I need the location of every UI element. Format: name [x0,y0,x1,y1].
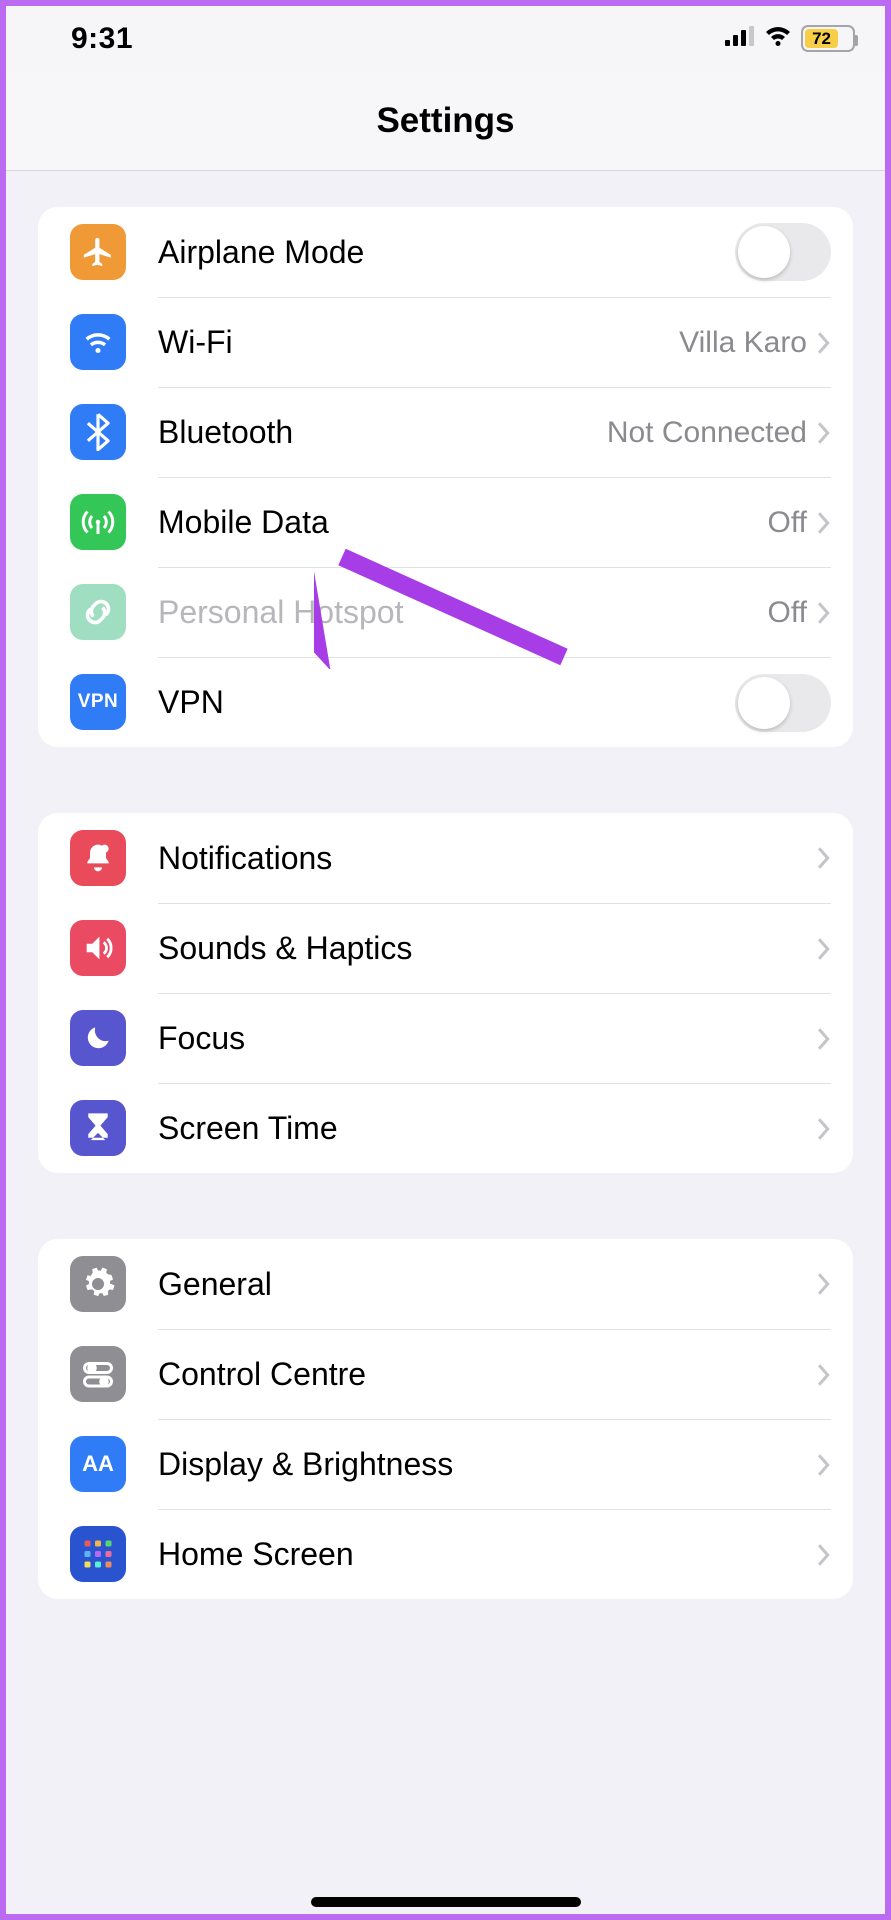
battery-level: 72 [805,29,838,48]
row-label: Screen Time [158,1110,338,1147]
chevron-right-icon [817,1454,831,1476]
row-label: Bluetooth [158,414,293,451]
row-label: Wi-Fi [158,324,233,361]
airplane-icon [70,224,126,280]
status-indicators: 72 [725,25,855,52]
row-value: Off [768,506,807,540]
bell-icon [70,830,126,886]
row-label: Sounds & Haptics [158,930,412,967]
chevron-right-icon [817,332,831,354]
wifi-status-icon [763,25,793,52]
row-label: Control Centre [158,1356,366,1393]
chevron-right-icon [817,938,831,960]
row-value: Villa Karo [679,326,807,360]
link-icon [70,584,126,640]
row-general[interactable]: General [38,1239,853,1329]
row-label: VPN [158,684,224,721]
row-bluetooth[interactable]: Bluetooth Not Connected [38,387,853,477]
row-vpn[interactable]: VPN VPN [38,657,853,747]
chevron-right-icon [817,1544,831,1566]
row-mobile-data[interactable]: Mobile Data Off [38,477,853,567]
chevron-right-icon [817,1364,831,1386]
status-bar: 9:31 72 [6,6,885,71]
aa-icon: AA [70,1436,126,1492]
row-label: Mobile Data [158,504,329,541]
settings-group-system: General Control Centre AA Display & Brig… [38,1239,853,1599]
switches-icon [70,1346,126,1402]
row-wifi[interactable]: Wi-Fi Villa Karo [38,297,853,387]
row-control-centre[interactable]: Control Centre [38,1329,853,1419]
row-label: Home Screen [158,1536,354,1573]
settings-group-alerts: Notifications Sounds & Haptics Focus [38,813,853,1173]
home-indicator[interactable] [311,1897,581,1907]
airplane-toggle[interactable] [735,223,831,281]
row-value: Off [768,596,807,630]
row-label: Airplane Mode [158,234,364,271]
chevron-right-icon [817,422,831,444]
chevron-right-icon [817,1118,831,1140]
row-personal-hotspot[interactable]: Personal Hotspot Off [38,567,853,657]
chevron-right-icon [817,847,831,869]
row-label: Notifications [158,840,332,877]
battery-icon: 72 [801,25,855,52]
row-label: Focus [158,1020,245,1057]
gear-icon [70,1256,126,1312]
page-title: Settings [376,101,514,141]
vpn-toggle[interactable] [735,674,831,732]
row-label: General [158,1266,272,1303]
moon-icon [70,1010,126,1066]
row-label: Personal Hotspot [158,594,403,631]
row-label: Display & Brightness [158,1446,453,1483]
grid-icon [70,1526,126,1582]
row-notifications[interactable]: Notifications [38,813,853,903]
settings-content: Airplane Mode Wi-Fi Villa Karo Bluetooth [6,207,885,1599]
settings-group-connectivity: Airplane Mode Wi-Fi Villa Karo Bluetooth [38,207,853,747]
speaker-icon [70,920,126,976]
vpn-icon: VPN [70,674,126,730]
row-focus[interactable]: Focus [38,993,853,1083]
row-sounds-haptics[interactable]: Sounds & Haptics [38,903,853,993]
status-time: 9:31 [71,22,133,56]
hourglass-icon [70,1100,126,1156]
row-display-brightness[interactable]: AA Display & Brightness [38,1419,853,1509]
bluetooth-icon [70,404,126,460]
row-home-screen[interactable]: Home Screen [38,1509,853,1599]
wifi-icon [70,314,126,370]
cellular-signal-icon [725,26,755,51]
chevron-right-icon [817,602,831,624]
chevron-right-icon [817,1028,831,1050]
antenna-icon [70,494,126,550]
nav-header: Settings [6,71,885,171]
chevron-right-icon [817,1273,831,1295]
row-screen-time[interactable]: Screen Time [38,1083,853,1173]
row-value: Not Connected [607,416,807,450]
chevron-right-icon [817,512,831,534]
row-airplane-mode[interactable]: Airplane Mode [38,207,853,297]
